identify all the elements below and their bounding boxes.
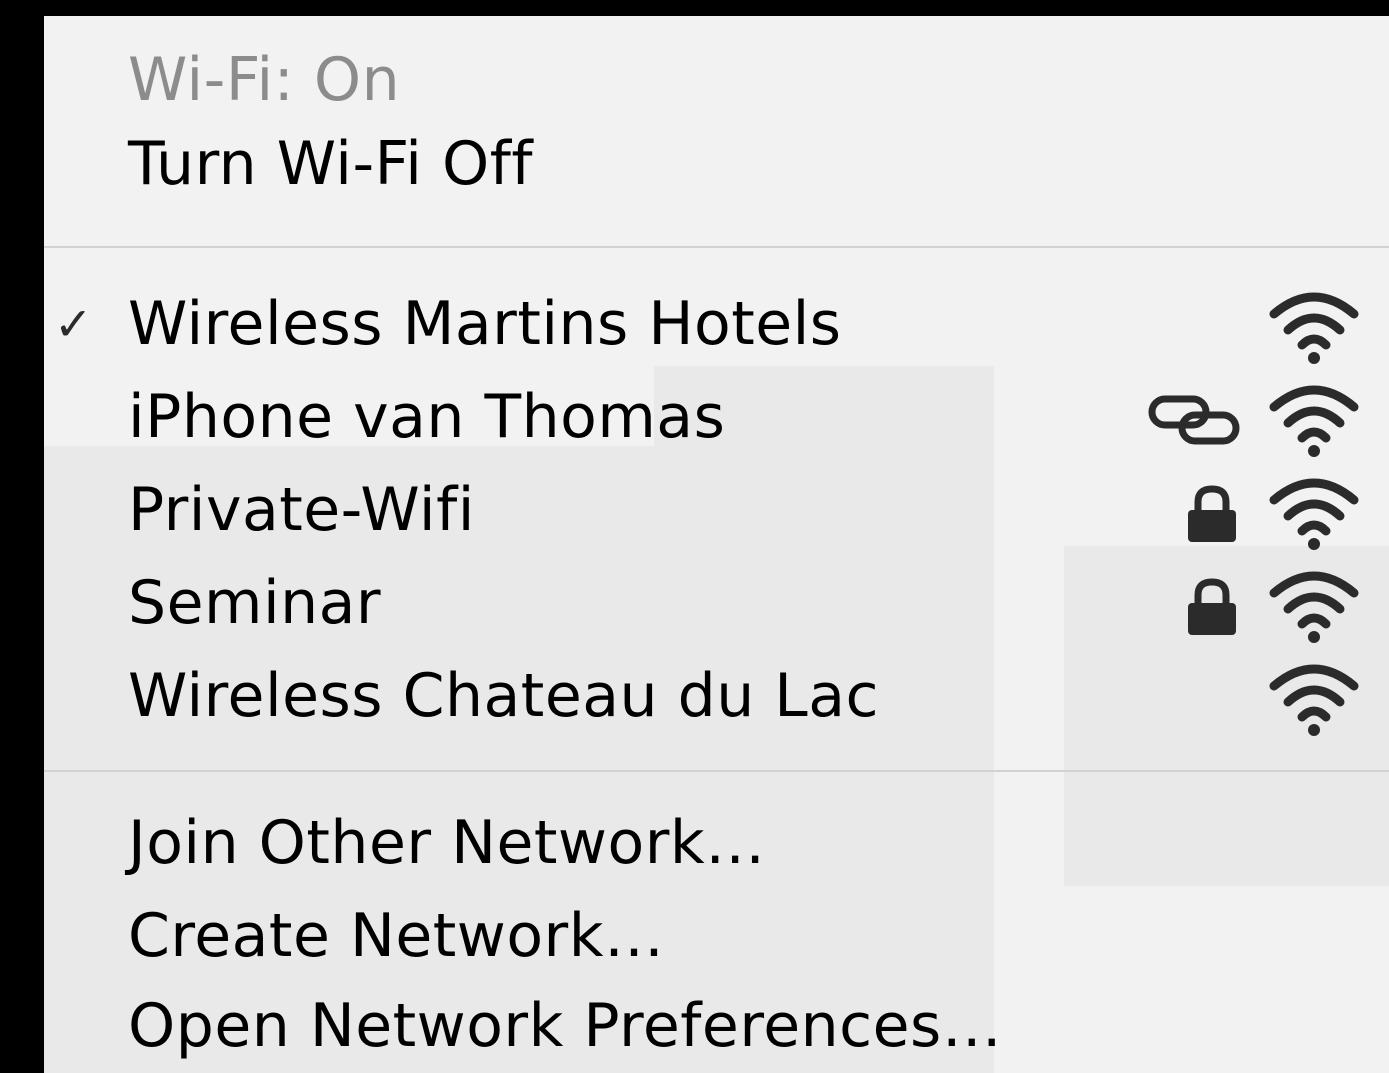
wifi-signal-icon <box>1269 478 1359 550</box>
personal-hotspot-link-icon <box>1148 395 1240 445</box>
network-item-wireless-martins-hotels[interactable]: ✓ Wireless Martins Hotels <box>44 278 1389 371</box>
open-network-preferences-item[interactable]: Open Network Preferences… <box>44 980 1389 1073</box>
wifi-signal-icon <box>1269 292 1359 364</box>
turn-wifi-off-label: Turn Wi-Fi Off <box>128 129 533 199</box>
turn-wifi-off-item[interactable]: Turn Wi-Fi Off <box>44 118 1389 211</box>
network-name: Wireless Chateau du Lac <box>128 661 879 731</box>
lock-icon <box>1188 578 1236 635</box>
network-item-iphone-van-thomas[interactable]: iPhone van Thomas <box>44 371 1389 464</box>
network-name: Seminar <box>128 568 382 638</box>
network-item-seminar[interactable]: Seminar <box>44 557 1389 650</box>
open-network-preferences-label: Open Network Preferences… <box>128 991 1003 1061</box>
wifi-menu: Wi-Fi: On Turn Wi-Fi Off ✓ Wireless Mart… <box>44 16 1389 1073</box>
wifi-signal-icon <box>1269 664 1359 736</box>
network-name: iPhone van Thomas <box>128 382 726 452</box>
create-network-item[interactable]: Create Network… <box>44 890 1389 983</box>
network-item-wireless-chateau-du-lac[interactable]: Wireless Chateau du Lac <box>44 650 1389 743</box>
checkmark-icon: ✓ <box>54 297 93 351</box>
network-item-private-wifi[interactable]: Private-Wifi <box>44 464 1389 557</box>
network-name: Wireless Martins Hotels <box>128 289 842 359</box>
join-other-network-label: Join Other Network… <box>128 808 766 878</box>
menu-separator <box>44 246 1389 248</box>
wifi-signal-icon <box>1269 385 1359 457</box>
lock-icon <box>1188 485 1236 542</box>
wifi-status-label: Wi-Fi: On <box>128 45 401 115</box>
network-name: Private-Wifi <box>128 475 475 545</box>
create-network-label: Create Network… <box>128 901 665 971</box>
wifi-status-item: Wi-Fi: On <box>44 34 1389 127</box>
menu-separator <box>44 770 1389 772</box>
join-other-network-item[interactable]: Join Other Network… <box>44 797 1389 890</box>
wifi-signal-icon <box>1269 571 1359 643</box>
